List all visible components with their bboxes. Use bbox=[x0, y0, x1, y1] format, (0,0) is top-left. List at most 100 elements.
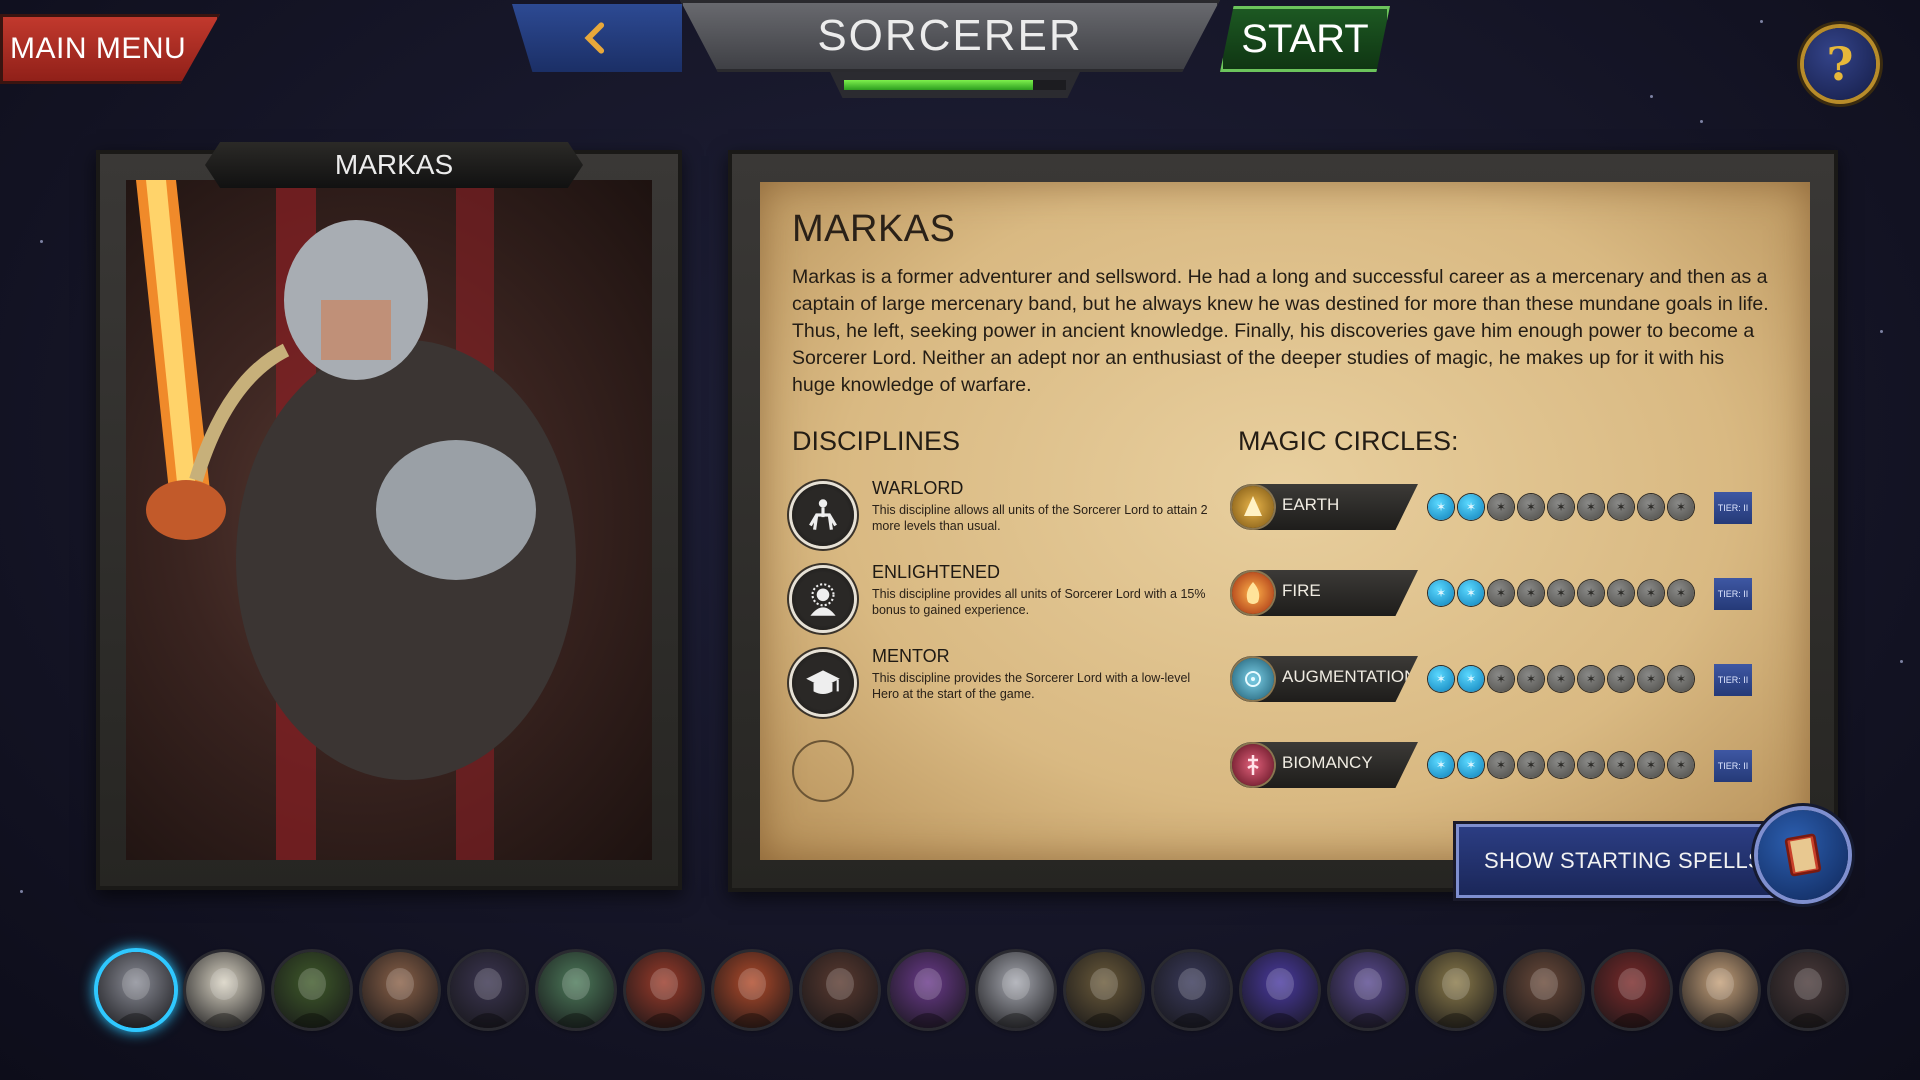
hero-portrait-button[interactable] bbox=[802, 952, 878, 1028]
inactive-pip: ✶ bbox=[1668, 666, 1694, 692]
hero-avatar-icon bbox=[112, 968, 160, 1028]
hero-portrait-button[interactable] bbox=[626, 952, 702, 1028]
back-button[interactable] bbox=[512, 4, 682, 72]
inactive-pip: ✶ bbox=[1578, 494, 1604, 520]
horse-rider-icon bbox=[792, 484, 854, 546]
chevron-left-icon bbox=[584, 22, 605, 54]
magic-circle-earth[interactable]: EARTH ✶ ✶ ✶ ✶ ✶ ✶ ✶ ✶ ✶ TIER: II bbox=[1230, 484, 1752, 534]
hero-avatar-icon bbox=[640, 968, 688, 1028]
hero-portrait bbox=[126, 180, 652, 860]
hero-portrait-button[interactable] bbox=[1594, 952, 1670, 1028]
hero-portrait-button[interactable] bbox=[538, 952, 614, 1028]
hero-roster bbox=[98, 952, 1846, 1028]
active-pip: ✶ bbox=[1428, 494, 1454, 520]
active-pip: ✶ bbox=[1458, 752, 1484, 778]
inactive-pip: ✶ bbox=[1518, 494, 1544, 520]
hero-avatar-icon bbox=[376, 968, 424, 1028]
inactive-pip: ✶ bbox=[1638, 752, 1664, 778]
disciplines-heading: DISCIPLINES bbox=[792, 426, 961, 456]
magic-circle-fire[interactable]: FIRE ✶ ✶ ✶ ✶ ✶ ✶ ✶ ✶ ✶ TIER: II bbox=[1230, 570, 1752, 620]
hero-avatar-icon bbox=[1256, 968, 1304, 1028]
discipline-text: This discipline provides all units of So… bbox=[872, 587, 1206, 617]
class-title: SORCERER bbox=[680, 0, 1220, 72]
magic-circle-augmentation[interactable]: AUGMENTATION ✶ ✶ ✶ ✶ ✶ ✶ ✶ ✶ ✶ TIER: II bbox=[1230, 656, 1752, 706]
active-pip: ✶ bbox=[1428, 580, 1454, 606]
inactive-pip: ✶ bbox=[1608, 752, 1634, 778]
enlightened-head-icon bbox=[792, 568, 854, 630]
class-title-text: SORCERER bbox=[817, 11, 1083, 60]
inactive-pip: ✶ bbox=[1548, 666, 1574, 692]
hero-portrait-button[interactable] bbox=[1682, 952, 1758, 1028]
active-pip: ✶ bbox=[1458, 666, 1484, 692]
hero-avatar-icon bbox=[816, 968, 864, 1028]
inactive-pip: ✶ bbox=[1548, 580, 1574, 606]
hero-avatar-icon bbox=[552, 968, 600, 1028]
hero-portrait-button[interactable] bbox=[1418, 952, 1494, 1028]
start-button[interactable]: START bbox=[1220, 6, 1390, 72]
discipline-warlord[interactable]: WARLORD This discipline allows all units… bbox=[792, 478, 1212, 556]
hero-portrait-button[interactable] bbox=[1066, 952, 1142, 1028]
info-parchment: MARKAS Markas is a former adventurer and… bbox=[760, 182, 1810, 860]
hero-avatar-icon bbox=[992, 968, 1040, 1028]
portrait-name: MARKAS bbox=[334, 149, 454, 180]
hero-portrait-button[interactable] bbox=[274, 952, 350, 1028]
help-button[interactable]: ? bbox=[1804, 28, 1876, 100]
show-starting-spells-label: SHOW STARTING SPELLS bbox=[1484, 848, 1764, 873]
hero-avatar-icon bbox=[1784, 968, 1832, 1028]
earth-icon bbox=[1232, 486, 1274, 528]
spellbook-icon[interactable] bbox=[1758, 810, 1848, 900]
hero-avatar-icon bbox=[1080, 968, 1128, 1028]
hero-description: Markas is a former adventurer and sellsw… bbox=[792, 266, 1769, 396]
hero-portrait-button[interactable] bbox=[890, 952, 966, 1028]
hero-avatar-icon bbox=[1696, 968, 1744, 1028]
inactive-pip: ✶ bbox=[1488, 580, 1514, 606]
tier-badge: TIER: II bbox=[1714, 492, 1752, 524]
inactive-pip: ✶ bbox=[1608, 580, 1634, 606]
hero-avatar-icon bbox=[1432, 968, 1480, 1028]
discipline-mentor[interactable]: MENTOR This discipline provides the Sorc… bbox=[792, 646, 1212, 724]
circle-pips: ✶ ✶ ✶ ✶ ✶ ✶ ✶ ✶ ✶ bbox=[1428, 494, 1694, 520]
hero-portrait-button[interactable] bbox=[1242, 952, 1318, 1028]
hero-avatar-icon bbox=[1168, 968, 1216, 1028]
inactive-pip: ✶ bbox=[1488, 752, 1514, 778]
inactive-pip: ✶ bbox=[1578, 666, 1604, 692]
active-pip: ✶ bbox=[1428, 666, 1454, 692]
hero-portrait-button[interactable] bbox=[362, 952, 438, 1028]
inactive-pip: ✶ bbox=[1488, 494, 1514, 520]
inactive-pip: ✶ bbox=[1668, 580, 1694, 606]
hero-portrait-button[interactable] bbox=[1506, 952, 1582, 1028]
hero-avatar-icon bbox=[200, 968, 248, 1028]
inactive-pip: ✶ bbox=[1548, 494, 1574, 520]
discipline-enlightened[interactable]: ENLIGHTENED This discipline provides all… bbox=[792, 562, 1212, 640]
hero-portrait-button[interactable] bbox=[98, 952, 174, 1028]
circle-plate: BIOMANCY bbox=[1230, 742, 1418, 788]
hero-avatar-icon bbox=[1344, 968, 1392, 1028]
hero-avatar-icon bbox=[1608, 968, 1656, 1028]
hero-avatar-icon bbox=[1520, 968, 1568, 1028]
main-menu-button[interactable]: MAIN MENU bbox=[0, 14, 220, 84]
discipline-name: WARLORD bbox=[872, 478, 964, 498]
show-starting-spells-button[interactable]: SHOW STARTING SPELLS bbox=[1456, 824, 1786, 898]
hero-portrait-button[interactable] bbox=[978, 952, 1054, 1028]
hero-portrait-button[interactable] bbox=[1154, 952, 1230, 1028]
tier-badge: TIER: II bbox=[1714, 664, 1752, 696]
inactive-pip: ✶ bbox=[1548, 752, 1574, 778]
hero-avatar-icon bbox=[904, 968, 952, 1028]
question-mark-icon: ? bbox=[1826, 37, 1854, 91]
discipline-text: This discipline provides the Sorcerer Lo… bbox=[872, 671, 1191, 701]
hero-portrait-button[interactable] bbox=[1330, 952, 1406, 1028]
inactive-pip: ✶ bbox=[1578, 580, 1604, 606]
hero-portrait-button[interactable] bbox=[1770, 952, 1846, 1028]
circle-label: BIOMANCY bbox=[1282, 753, 1373, 772]
inactive-pip: ✶ bbox=[1668, 494, 1694, 520]
hero-portrait-button[interactable] bbox=[450, 952, 526, 1028]
hero-portrait-button[interactable] bbox=[714, 952, 790, 1028]
hero-portrait-button[interactable] bbox=[186, 952, 262, 1028]
circle-label: FIRE bbox=[1282, 581, 1321, 600]
circle-pips: ✶ ✶ ✶ ✶ ✶ ✶ ✶ ✶ ✶ bbox=[1428, 752, 1694, 778]
circle-pips: ✶ ✶ ✶ ✶ ✶ ✶ ✶ ✶ ✶ bbox=[1428, 666, 1694, 692]
start-label: START bbox=[1241, 16, 1369, 61]
progress-fill bbox=[844, 80, 1033, 90]
magic-circle-biomancy[interactable]: BIOMANCY ✶ ✶ ✶ ✶ ✶ ✶ ✶ ✶ ✶ TIER: II bbox=[1230, 742, 1752, 792]
active-pip: ✶ bbox=[1458, 494, 1484, 520]
